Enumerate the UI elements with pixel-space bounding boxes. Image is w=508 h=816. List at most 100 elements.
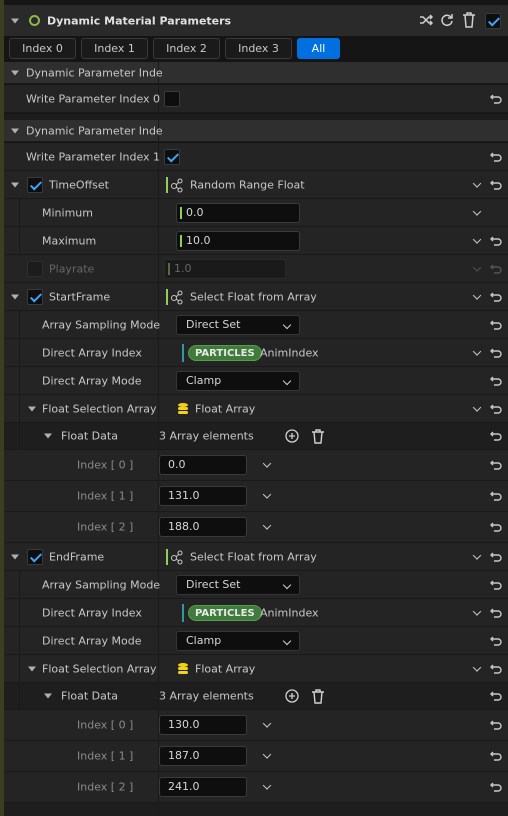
reset-to-default-icon[interactable] (490, 522, 502, 532)
minimum-input[interactable]: 0.0 (176, 202, 300, 223)
chevron-down-icon[interactable] (472, 606, 482, 616)
tab-index-1[interactable]: Index 1 (81, 38, 148, 59)
array-element-input[interactable]: 188.0 (159, 517, 247, 537)
module-status-icon (29, 15, 40, 26)
collapse-arrow-icon[interactable] (28, 406, 36, 411)
reset-to-default-icon[interactable] (490, 636, 502, 646)
direct-array-mode-dropdown[interactable]: Clamp (176, 630, 300, 651)
section-header-index-1[interactable]: Dynamic Parameter Inde (4, 120, 508, 142)
chevron-down-icon[interactable] (262, 521, 272, 530)
chevron-down-icon[interactable] (262, 719, 272, 728)
collapse-arrow-icon[interactable] (11, 182, 19, 187)
time-offset-module[interactable]: Random Range Float (190, 178, 305, 191)
collapse-arrow-icon[interactable] (11, 70, 19, 75)
reset-to-default-icon[interactable] (490, 94, 502, 104)
chevron-down-icon[interactable] (472, 550, 482, 560)
array-element-row: Index [ 0 ] 0.0 (4, 450, 508, 481)
link-bar-icon (182, 344, 184, 362)
chevron-down-icon[interactable] (262, 459, 272, 468)
chevron-down-icon[interactable] (472, 662, 482, 672)
reset-to-default-icon[interactable] (490, 580, 502, 590)
reset-to-default-icon[interactable] (490, 782, 502, 792)
array-element-input[interactable]: 0.0 (159, 455, 247, 475)
section-header-index-0[interactable]: Dynamic Parameter Inde (4, 62, 508, 84)
header-bar: Dynamic Material Parameters (4, 5, 508, 36)
end-frame-module[interactable]: Select Float from Array (190, 550, 317, 563)
reset-to-default-icon[interactable] (490, 751, 502, 761)
reset-to-default-icon[interactable] (490, 180, 502, 190)
delete-icon[interactable] (311, 429, 325, 444)
direct-array-mode-dropdown[interactable]: Clamp (176, 370, 300, 391)
reset-to-default-icon[interactable] (490, 664, 502, 674)
section-title: Dynamic Parameter Inde (26, 124, 163, 137)
array-element-input[interactable]: 131.0 (159, 486, 247, 506)
reset-to-default-icon[interactable] (490, 691, 502, 701)
float-selection-array-value[interactable]: Float Array (195, 402, 255, 415)
tab-index-3[interactable]: Index 3 (225, 38, 292, 59)
chevron-down-icon[interactable] (472, 346, 482, 356)
collapse-arrow-icon[interactable] (11, 128, 19, 133)
chevron-down-icon[interactable] (262, 781, 272, 790)
reset-to-default-icon[interactable] (490, 431, 502, 441)
write-parameter-index-1-checkbox[interactable] (164, 148, 180, 165)
refresh-icon[interactable] (440, 13, 454, 27)
write-parameter-index-0-checkbox[interactable] (164, 90, 180, 107)
collapse-arrow-icon[interactable] (11, 554, 19, 559)
float-selection-array-row: Float Selection Array Float Array (4, 395, 508, 423)
reset-to-default-icon[interactable] (490, 376, 502, 386)
playrate-label: Playrate (49, 262, 95, 275)
chevron-down-icon[interactable] (472, 290, 482, 300)
chevron-down-icon[interactable] (472, 178, 482, 188)
array-element-input[interactable]: 241.0 (159, 777, 247, 797)
collapse-arrow-icon[interactable] (11, 18, 19, 23)
delete-icon[interactable] (311, 689, 325, 704)
maximum-input[interactable]: 10.0 (176, 230, 300, 251)
direct-array-index-value[interactable]: AnimIndex (260, 606, 319, 619)
reset-to-default-icon[interactable] (490, 552, 502, 562)
float-selection-array-label: Float Selection Array (42, 662, 157, 675)
end-frame-checkbox[interactable] (27, 548, 43, 565)
reset-to-default-icon[interactable] (490, 460, 502, 470)
direct-array-index-row: Direct Array Index PARTICLES AnimIndex (4, 599, 508, 627)
reset-to-default-icon[interactable] (490, 491, 502, 501)
chevron-down-icon[interactable] (472, 206, 482, 216)
float-selection-array-value[interactable]: Float Array (195, 662, 255, 675)
array-element-input[interactable]: 187.0 (159, 746, 247, 766)
array-sampling-mode-label: Array Sampling Mode (42, 578, 161, 591)
start-frame-checkbox[interactable] (27, 288, 43, 305)
reset-to-default-icon[interactable] (490, 320, 502, 330)
reset-to-default-icon[interactable] (490, 348, 502, 358)
tab-index-0[interactable]: Index 0 (9, 38, 76, 59)
chevron-down-icon[interactable] (472, 234, 482, 244)
reset-to-default-icon[interactable] (490, 608, 502, 618)
add-element-icon[interactable] (285, 689, 299, 703)
tab-all[interactable]: All (297, 38, 340, 59)
delete-icon[interactable] (462, 12, 476, 28)
time-offset-checkbox[interactable] (27, 176, 43, 193)
collapse-arrow-icon[interactable] (44, 693, 52, 699)
array-sampling-mode-dropdown[interactable]: Direct Set (176, 574, 300, 595)
start-frame-row: StartFrame Select Float from Array (4, 283, 508, 311)
shuffle-icon[interactable] (419, 13, 434, 27)
collapse-arrow-icon[interactable] (28, 666, 36, 671)
collapse-arrow-icon[interactable] (11, 294, 19, 299)
reset-to-default-icon (490, 264, 502, 274)
reset-to-default-icon[interactable] (490, 292, 502, 302)
chevron-down-icon[interactable] (472, 402, 482, 412)
reset-to-default-icon[interactable] (490, 236, 502, 246)
float-data-count: 3 Array elements (159, 429, 254, 443)
chevron-down-icon[interactable] (262, 490, 272, 499)
header-enabled-checkbox[interactable] (485, 12, 501, 29)
start-frame-module[interactable]: Select Float from Array (190, 290, 317, 303)
add-element-icon[interactable] (285, 429, 299, 443)
array-sampling-mode-dropdown[interactable]: Direct Set (176, 314, 300, 335)
reset-to-default-icon[interactable] (490, 152, 502, 162)
direct-array-index-value[interactable]: AnimIndex (260, 346, 319, 359)
reset-to-default-icon[interactable] (490, 720, 502, 730)
reset-to-default-icon[interactable] (490, 404, 502, 414)
chevron-down-icon[interactable] (262, 750, 272, 759)
collapse-arrow-icon[interactable] (44, 433, 52, 439)
playrate-checkbox[interactable] (27, 260, 43, 277)
array-element-input[interactable]: 130.0 (159, 715, 247, 735)
tab-index-2[interactable]: Index 2 (153, 38, 220, 59)
